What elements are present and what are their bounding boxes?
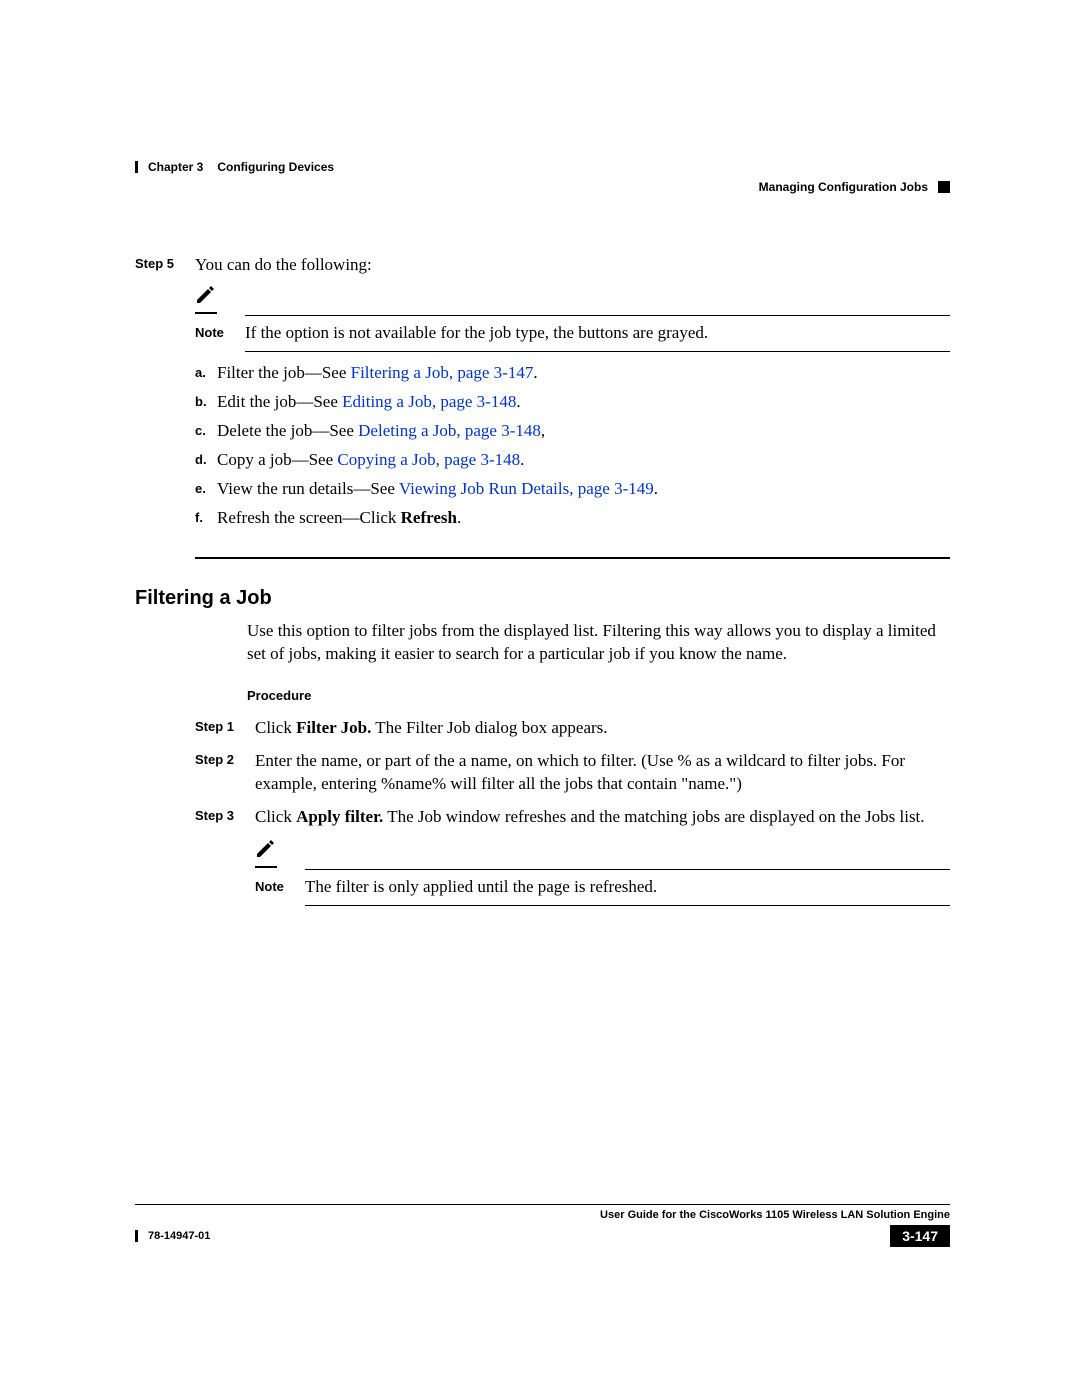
note-text: If the option is not available for the j… — [245, 322, 950, 345]
step-2-body: Enter the name, or part of the a name, o… — [255, 750, 950, 796]
chapter-title: Configuring Devices — [217, 160, 334, 174]
pencil-icon — [195, 286, 217, 308]
list-item: a. Filter the job—See Filtering a Job, p… — [195, 362, 950, 385]
list-item: c. Delete the job—See Deleting a Job, pa… — [195, 420, 950, 443]
filtering-intro: Use this option to filter jobs from the … — [247, 620, 950, 666]
note-block: Note If the option is not available for … — [195, 285, 950, 352]
footer-bar-icon — [135, 1230, 138, 1242]
note-rule-top — [305, 869, 950, 870]
header-block-icon — [938, 181, 950, 193]
note-rule-top — [245, 315, 950, 316]
list-item: f. Refresh the screen—Click Refresh. — [195, 507, 950, 530]
footer-doc-number: 78-14947-01 — [148, 1230, 210, 1242]
note-rule-bottom — [305, 905, 950, 906]
page-number: 3-147 — [890, 1225, 950, 1247]
note-label: Note — [255, 876, 305, 896]
procedure-steps: Step 1 Click Filter Job. The Filter Job … — [195, 717, 950, 912]
footer-rule — [135, 1204, 950, 1205]
link-deleting-a-job[interactable]: Deleting a Job, page 3-148 — [358, 421, 541, 440]
running-header-right: Managing Configuration Jobs — [135, 180, 950, 194]
pencil-icon — [255, 840, 277, 862]
list-item: e. View the run details—See Viewing Job … — [195, 478, 950, 501]
header-bar-icon — [135, 161, 138, 173]
section-title: Managing Configuration Jobs — [759, 180, 928, 194]
step-2-row: Step 2 Enter the name, or part of the a … — [195, 750, 950, 796]
section-divider — [195, 557, 950, 559]
note-label: Note — [195, 322, 245, 342]
step-5-row: Step 5 You can do the following: Note If… — [135, 254, 950, 535]
list-item: b. Edit the job—See Editing a Job, page … — [195, 391, 950, 414]
note-rule-bottom — [245, 351, 950, 352]
step5-sublist: a. Filter the job—See Filtering a Job, p… — [195, 362, 950, 530]
apply-filter-bold: Apply filter. — [296, 807, 383, 826]
link-editing-a-job[interactable]: Editing a Job, page 3-148 — [342, 392, 516, 411]
step-5-intro: You can do the following: — [195, 254, 950, 277]
running-header-left: Chapter 3 Configuring Devices — [135, 160, 950, 174]
note-block: Note The filter is only applied until th… — [255, 839, 950, 906]
step-label: Step 1 — [195, 717, 255, 740]
link-viewing-job-run-details[interactable]: Viewing Job Run Details, page 3-149 — [399, 479, 654, 498]
step-label: Step 5 — [135, 254, 195, 535]
heading-filtering-a-job: Filtering a Job — [135, 587, 950, 610]
step-1-row: Step 1 Click Filter Job. The Filter Job … — [195, 717, 950, 740]
chapter-number: Chapter 3 — [148, 160, 203, 174]
step-3-row: Step 3 Click Apply filter. The Job windo… — [195, 806, 950, 912]
link-filtering-a-job[interactable]: Filtering a Job, page 3-147 — [351, 363, 534, 382]
list-item: d. Copy a job—See Copying a Job, page 3-… — [195, 449, 950, 472]
procedure-label: Procedure — [247, 688, 950, 703]
footer-doc-title: User Guide for the CiscoWorks 1105 Wirel… — [135, 1209, 950, 1221]
note-text: The filter is only applied until the pag… — [305, 876, 950, 899]
refresh-bold: Refresh — [401, 508, 457, 527]
step-label: Step 3 — [195, 806, 255, 912]
filter-job-bold: Filter Job. — [296, 718, 371, 737]
step-label: Step 2 — [195, 750, 255, 796]
page-footer: User Guide for the CiscoWorks 1105 Wirel… — [135, 1204, 950, 1247]
link-copying-a-job[interactable]: Copying a Job, page 3-148 — [337, 450, 520, 469]
